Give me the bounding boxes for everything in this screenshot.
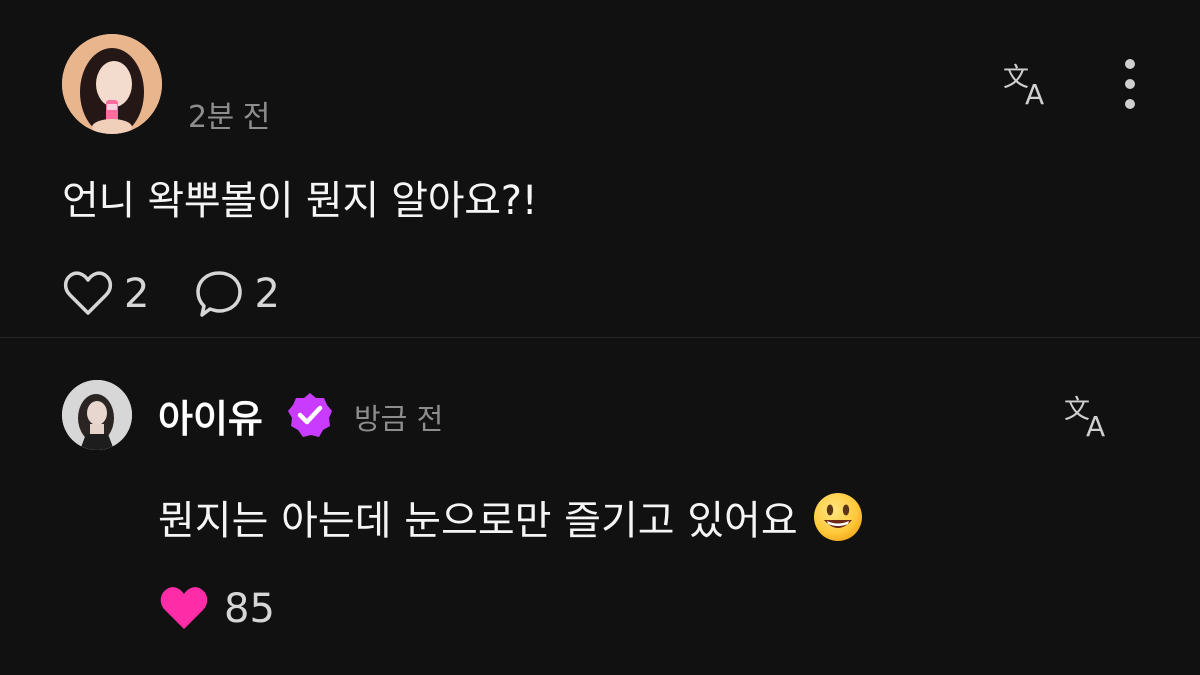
heart-filled-icon — [160, 587, 208, 629]
svg-text:A: A — [1086, 410, 1105, 440]
comment-thread: 2분 전 文 A 언니 왁뿌볼이 뭔지 알아요?! 2 2 아이유 방금 전 文… — [0, 0, 1200, 675]
commenter-avatar[interactable] — [62, 34, 162, 134]
reply-button[interactable]: 2 — [194, 269, 280, 319]
reply-text: 뭔지는 아는데 눈으로만 즐기고 있어요 — [158, 498, 798, 544]
svg-text:A: A — [1025, 78, 1044, 108]
reply-actions: 85 — [158, 584, 275, 634]
divider — [0, 337, 1200, 338]
parent-comment: 2분 전 文 A 언니 왁뿌볼이 뭔지 알아요?! 2 2 — [0, 0, 1200, 337]
translate-icon[interactable]: 文 A — [1001, 58, 1057, 111]
reply-time: 방금 전 — [354, 402, 444, 436]
comment-actions: 2 2 — [62, 270, 325, 318]
comment-text: 언니 왁뿌볼이 뭔지 알아요?! — [62, 178, 538, 224]
reply-text-container: 뭔지는 아는데 눈으로만 즐기고 있어요 — [158, 488, 864, 546]
commenter-username-hidden — [190, 62, 390, 84]
artist-avatar[interactable] — [62, 380, 132, 450]
artist-username[interactable]: 아이유 — [158, 388, 263, 443]
like-count: 2 — [124, 271, 150, 317]
like-button-liked[interactable]: 85 — [158, 585, 275, 633]
reply-like-count: 85 — [224, 586, 275, 632]
like-button[interactable]: 2 — [62, 270, 149, 318]
reply-count: 2 — [254, 271, 280, 317]
more-vertical-icon[interactable] — [1116, 58, 1144, 110]
verified-badge-icon — [285, 390, 335, 440]
translate-icon[interactable]: 文 A — [1062, 390, 1118, 443]
smiling-face-icon — [812, 491, 864, 543]
comment-time: 2분 전 — [188, 100, 270, 135]
speech-bubble-icon — [196, 271, 243, 317]
heart-outline-icon — [63, 271, 113, 315]
